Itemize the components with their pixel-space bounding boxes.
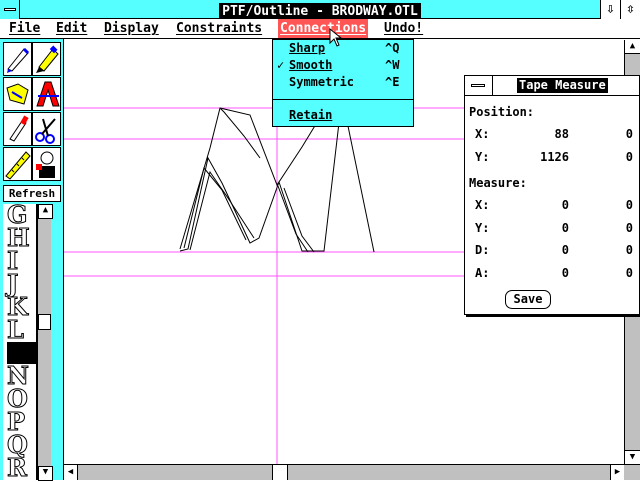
measure-y-value-2: 0	[625, 221, 633, 235]
knife-icon	[9, 115, 29, 142]
measure-x-label: X:	[475, 198, 490, 212]
menu-item-label: Sharp	[289, 41, 326, 55]
scroll-up-button[interactable]: ▲	[38, 204, 53, 219]
save-button[interactable]: Save	[505, 290, 551, 309]
measure-label: Measure:	[469, 176, 527, 190]
menu-file[interactable]: File	[7, 19, 42, 38]
measure-d-value: 0	[561, 243, 569, 257]
position-x-value: 88	[554, 127, 569, 141]
ruler-icon	[5, 151, 31, 180]
select-region-icon	[6, 83, 29, 105]
person-tool[interactable]	[32, 147, 61, 181]
up-arrow-icon: ▲	[629, 41, 636, 51]
maximize-button[interactable]: ⇳	[620, 0, 640, 19]
down-arrow-icon: ⇩	[606, 1, 615, 17]
position-y-value-2: 0	[625, 150, 633, 164]
connections-dropdown: Sharp ^Q ✓ Smooth ^W Symmetric ^E Retain	[272, 39, 414, 127]
right-arrow-icon: ▶	[614, 467, 621, 477]
left-arrow-icon: ◀	[67, 467, 74, 477]
select-region-tool[interactable]	[3, 77, 32, 111]
measure-a-value: 0	[561, 266, 569, 280]
menu-constraints[interactable]: Constraints	[174, 19, 264, 38]
glyph-list-scrollbar[interactable]: ▲ ▼	[37, 204, 53, 481]
measure-d-value-2: 0	[625, 243, 633, 257]
measure-d-label: D:	[475, 243, 490, 257]
menu-item-shortcut: ^E	[385, 75, 400, 89]
ruler-tool[interactable]	[3, 147, 32, 181]
scroll-thumb[interactable]	[272, 465, 288, 480]
tape-measure-title: Tape Measure	[517, 78, 608, 93]
horizontal-scrollbar[interactable]: ◀ ▶	[64, 464, 640, 480]
menu-item-smooth[interactable]: ✓ Smooth ^W	[273, 57, 413, 74]
letter-a-tool[interactable]	[32, 77, 61, 111]
tape-measure-title-bar: Tape Measure	[465, 76, 639, 96]
measure-y-value: 0	[561, 221, 569, 235]
down-arrow-icon: ▼	[42, 467, 49, 477]
menu-edit[interactable]: Edit	[54, 19, 89, 38]
tape-measure-window: Tape Measure Position: X: 88 0 Y: 1126 0…	[464, 75, 640, 315]
menu-connections[interactable]: Connections	[278, 19, 369, 38]
letter-a-icon	[36, 81, 60, 107]
system-menu-button[interactable]	[0, 0, 20, 19]
pen-tool[interactable]	[3, 42, 32, 76]
menu-item-symmetric[interactable]: Symmetric ^E	[273, 74, 413, 91]
measure-x-value-2: 0	[625, 198, 633, 212]
up-down-arrow-icon: ⇳	[626, 1, 635, 17]
position-y-label: Y:	[475, 150, 490, 164]
scroll-thumb[interactable]	[38, 314, 51, 330]
menu-item-sharp[interactable]: Sharp ^Q	[273, 40, 413, 57]
menu-item-label: Retain	[289, 108, 333, 122]
menu-bar: File Edit Display Constraints Connection…	[0, 19, 640, 39]
check-icon: ✓	[277, 58, 285, 72]
menu-item-shortcut: ^W	[385, 58, 400, 72]
up-arrow-icon: ▲	[42, 205, 49, 215]
system-menu-icon	[471, 84, 485, 87]
mouse-cursor-icon	[329, 28, 343, 47]
menu-display[interactable]: Display	[102, 19, 161, 38]
minimize-button[interactable]: ⇩	[600, 0, 620, 19]
scroll-down-button[interactable]: ▼	[38, 466, 53, 481]
scroll-up-button[interactable]: ▲	[625, 40, 640, 54]
pencil-tool[interactable]	[32, 42, 61, 76]
scroll-down-button[interactable]: ▼	[625, 450, 640, 464]
position-x-label: X:	[475, 127, 490, 141]
tape-system-menu-button[interactable]	[465, 76, 493, 95]
position-y-value: 1126	[540, 150, 569, 164]
person-icon	[36, 151, 55, 178]
scissors-tool[interactable]	[32, 112, 61, 146]
system-menu-icon	[4, 8, 16, 11]
menu-item-label: Smooth	[289, 58, 333, 72]
menu-separator	[273, 99, 413, 100]
scissors-icon	[35, 118, 56, 144]
menu-undo[interactable]: Undo!	[382, 19, 425, 38]
measure-y-label: Y:	[475, 221, 490, 235]
menu-item-shortcut: ^Q	[385, 41, 400, 55]
glyph-item[interactable]: R	[7, 455, 37, 480]
pen-icon	[7, 47, 30, 73]
scroll-left-button[interactable]: ◀	[64, 465, 78, 480]
position-x-value-2: 0	[625, 127, 633, 141]
position-label: Position:	[469, 105, 535, 119]
measure-x-value: 0	[561, 198, 569, 212]
menu-item-retain[interactable]: Retain	[273, 107, 413, 124]
window-title-text: PTF/Outline - BRODWAY.OTL	[219, 3, 421, 20]
knife-tool[interactable]	[3, 112, 32, 146]
measure-a-value-2: 0	[625, 266, 633, 280]
window-title: PTF/Outline - BRODWAY.OTL	[0, 0, 640, 20]
measure-a-label: A:	[475, 266, 490, 280]
glyph-list: G H I J K L M N O P Q R	[3, 202, 37, 480]
down-arrow-icon: ▼	[629, 452, 636, 462]
pencil-icon	[36, 45, 59, 73]
scroll-right-button[interactable]: ▶	[610, 465, 624, 480]
menu-item-label: Symmetric	[289, 75, 355, 89]
